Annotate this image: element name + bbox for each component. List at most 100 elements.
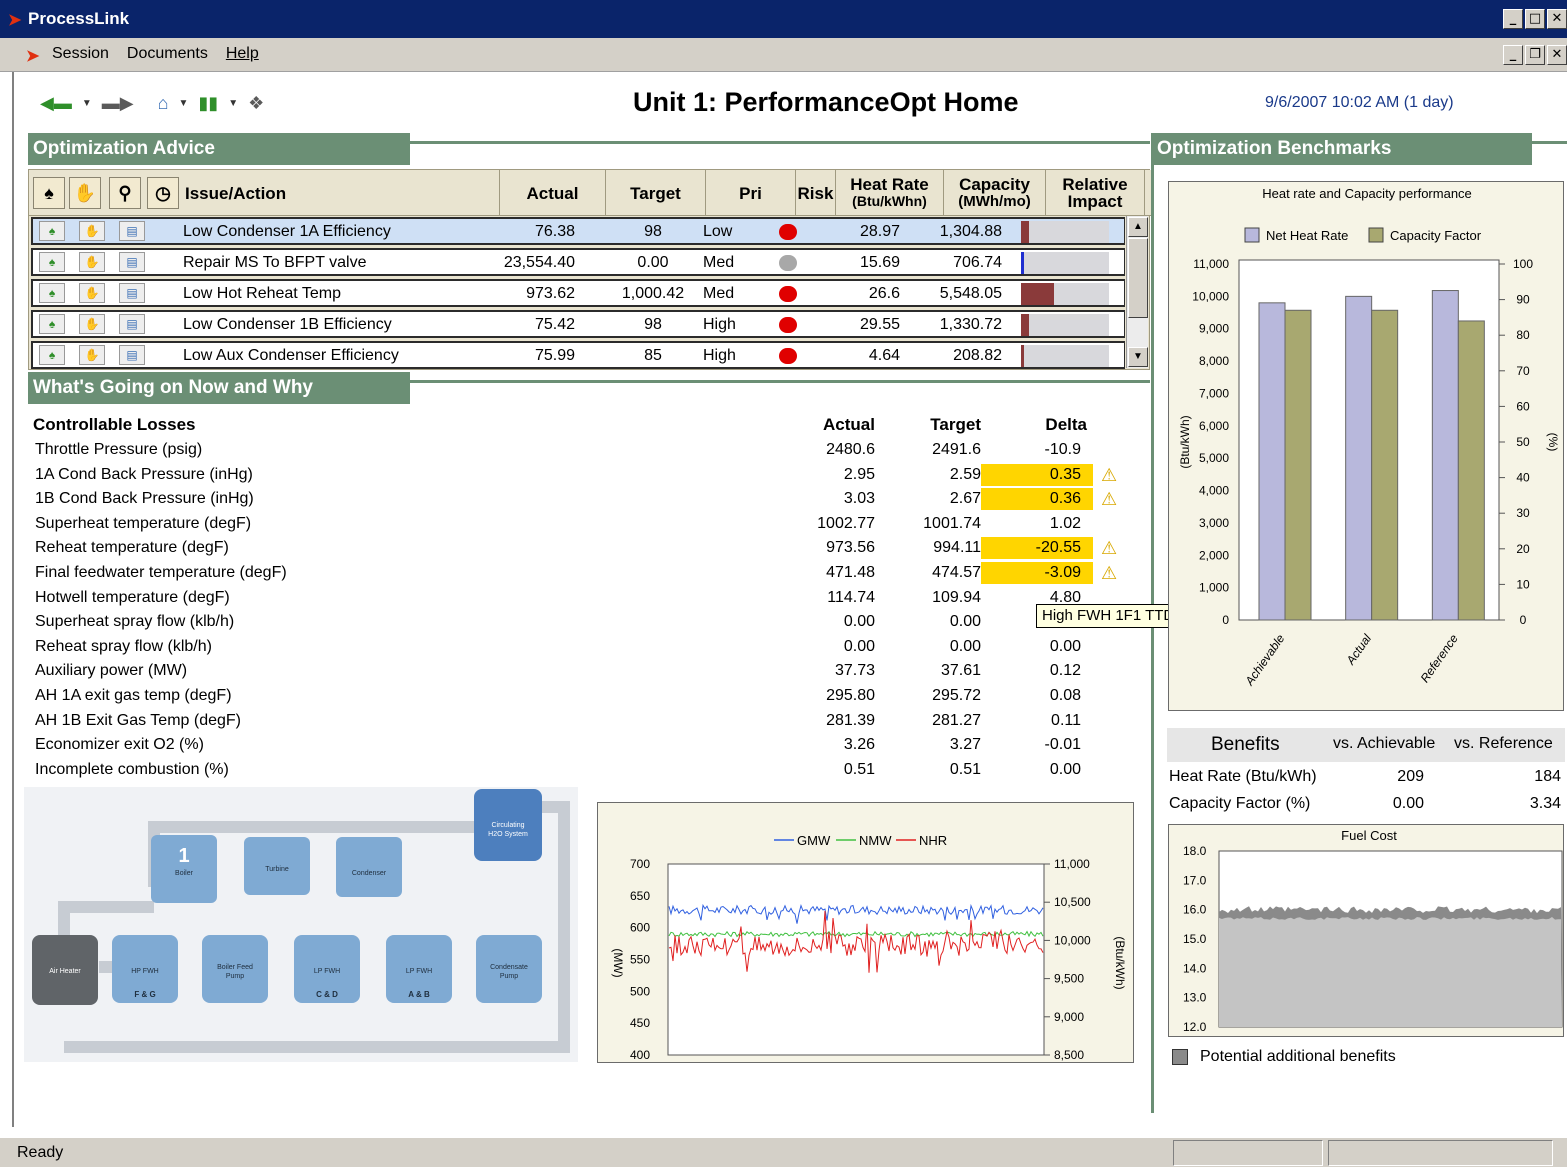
document-icon[interactable]: ▤ <box>119 252 145 272</box>
forward-arrow-icon[interactable]: ▬▶ <box>102 93 134 114</box>
close-button[interactable]: ✕ <box>1547 9 1567 29</box>
chart-title: Fuel Cost <box>1341 828 1397 843</box>
y-tick-label: 10,000 <box>1192 289 1229 303</box>
advice-actual: 75.42 <box>534 316 575 333</box>
hand-icon[interactable]: ✋ <box>79 221 105 241</box>
team-icon[interactable]: ♠ <box>39 221 65 241</box>
child-minimize-button[interactable]: _ <box>1503 45 1523 65</box>
warning-icon[interactable]: ⚠ <box>1101 489 1117 510</box>
advice-table-header: ♠ ✋ ⚲ ◷ Issue/Action Actual Target Pri R… <box>29 170 1151 216</box>
maximize-button[interactable]: □ <box>1525 9 1545 29</box>
impact-bar-track <box>1021 252 1109 274</box>
header-target[interactable]: Target <box>605 170 705 216</box>
magnifier-icon[interactable]: ⚲ <box>109 177 141 209</box>
benefits-row: Capacity Factor (%) 0.00 3.34 <box>1167 795 1565 819</box>
scroll-thumb[interactable] <box>1128 238 1148 318</box>
y-tick-label: 14.0 <box>1183 961 1207 975</box>
warning-icon[interactable]: ⚠ <box>1101 465 1117 486</box>
advice-row[interactable]: ♠ ✋ ▤ Low Condenser 1A Efficiency 76.38 98 Low… <box>31 217 1125 245</box>
menu-session[interactable]: Session <box>52 45 109 63</box>
header-pri[interactable]: Pri <box>705 170 795 216</box>
losses-delta: 0.36 <box>981 488 1093 511</box>
child-restore-button[interactable]: ❐ <box>1525 45 1545 65</box>
losses-header-delta: Delta <box>1045 415 1087 434</box>
svg-text:LP FWH: LP FWH <box>406 968 432 975</box>
section-optimization-benchmarks: Optimization Benchmarks <box>1152 133 1532 165</box>
date-range[interactable]: 9/6/2007 10:02 AM (1 day) <box>1265 94 1454 112</box>
clock-icon[interactable]: ◷ <box>147 177 179 209</box>
advice-scrollbar[interactable]: ▲ ▼ <box>1126 216 1148 368</box>
scroll-down-button[interactable]: ▼ <box>1128 347 1148 367</box>
hand-icon[interactable]: ✋ <box>79 345 105 365</box>
hand-icon[interactable]: ✋ <box>79 314 105 334</box>
benefits-header-achievable: vs. Achievable <box>1333 735 1436 752</box>
advice-target: 1,000.42 <box>621 285 685 302</box>
back-arrow-icon[interactable]: ◀▬ <box>40 93 72 114</box>
hand-icon[interactable]: ✋ <box>79 252 105 272</box>
menu-help[interactable]: Help <box>226 45 259 63</box>
y-tick-label: 400 <box>630 1048 650 1062</box>
benefits-row-label: Heat Rate (Btu/kWh) <box>1169 768 1317 785</box>
advice-issue[interactable]: Low Condenser 1A Efficiency <box>183 223 391 241</box>
hand-icon[interactable]: ✋ <box>79 283 105 303</box>
menu-documents[interactable]: Documents <box>127 45 208 63</box>
chart-dropdown-icon[interactable]: ▼ <box>228 98 238 109</box>
advice-issue[interactable]: Low Hot Reheat Temp <box>183 285 341 303</box>
advice-row[interactable]: ♠ ✋ ▤ Low Condenser 1B Efficiency 75.42 98 Hig… <box>31 310 1125 338</box>
process-diagram[interactable]: Circulating H2O System 1 Boiler Turbine … <box>24 787 578 1062</box>
x-tick-label: Actual <box>1343 631 1374 667</box>
trend-chart[interactable]: GMW NMW NHR 400 450 500 550 600 650 700 8,500 9,000… <box>597 802 1134 1063</box>
condenser[interactable] <box>336 837 402 897</box>
losses-label: Final feedwater temperature (degF) <box>35 564 287 581</box>
svg-text:Turbine: Turbine <box>265 866 289 873</box>
advice-row[interactable]: ♠ ✋ ▤ Low Hot Reheat Temp 973.62 1,000.42 Med 2… <box>31 279 1125 307</box>
hand-icon[interactable]: ✋ <box>69 177 101 209</box>
team-icon[interactable]: ♠ <box>39 314 65 334</box>
team-icon[interactable]: ♠ <box>33 177 65 209</box>
child-close-button[interactable]: ✕ <box>1547 45 1567 65</box>
header-impact[interactable]: Relative Impact <box>1045 170 1145 216</box>
advice-row[interactable]: ♠ ✋ ▤ Repair MS To BFPT valve 23,554.40 0.00 M… <box>31 248 1125 276</box>
team-icon[interactable]: ♠ <box>39 283 65 303</box>
document-icon[interactable]: ▤ <box>119 221 145 241</box>
y-tick-label: 12.0 <box>1183 1020 1207 1034</box>
benchmark-chart[interactable]: Heat rate and Capacity performance Net He… <box>1168 181 1564 711</box>
losses-row: Auxiliary power (MW) 37.73 37.61 0.12 <box>33 660 1133 684</box>
advice-row[interactable]: ♠ ✋ ▤ Low Aux Condenser Efficiency 75.99 85 Hi… <box>31 341 1125 369</box>
home-dropdown-icon[interactable]: ▼ <box>178 98 188 109</box>
losses-delta: 0.11 <box>1051 711 1081 729</box>
document-icon[interactable]: ▤ <box>119 314 145 334</box>
advice-issue[interactable]: Low Aux Condenser Efficiency <box>183 347 399 365</box>
scroll-up-button[interactable]: ▲ <box>1128 217 1148 237</box>
advice-capacity: 5,548.05 <box>939 285 1002 302</box>
team-icon[interactable]: ♠ <box>39 252 65 272</box>
advice-issue[interactable]: Repair MS To BFPT valve <box>183 254 366 272</box>
impact-bar <box>1021 252 1024 274</box>
cube-icon[interactable]: ❖ <box>248 93 264 114</box>
header-heat-rate-line1: Heat Rate <box>850 175 929 194</box>
advice-issue[interactable]: Low Condenser 1B Efficiency <box>183 316 392 334</box>
header-risk[interactable]: Risk <box>795 170 835 216</box>
impact-bar <box>1021 221 1029 243</box>
warning-icon[interactable]: ⚠ <box>1101 538 1117 559</box>
header-capacity[interactable]: Capacity (MWh/mo) <box>943 170 1045 216</box>
document-icon[interactable]: ▤ <box>119 283 145 303</box>
losses-actual: 471.48 <box>826 564 875 581</box>
document-icon[interactable]: ▤ <box>119 345 145 365</box>
losses-delta: 0.08 <box>1049 687 1081 704</box>
minimize-button[interactable]: _ <box>1503 9 1523 29</box>
section-now-and-why: What's Going on Now and Why <box>28 372 410 404</box>
losses-row: Superheat spray flow (klb/h) 0.00 0.00 <box>33 611 1133 635</box>
warning-icon[interactable]: ⚠ <box>1101 563 1117 584</box>
header-heat-rate[interactable]: Heat Rate (Btu/kWhn) <box>835 170 943 216</box>
team-icon[interactable]: ♠ <box>39 345 65 365</box>
fuel-cost-chart[interactable]: Fuel Cost 12.0 13.0 14.0 15.0 16.0 17.0 18.0 <box>1168 824 1564 1037</box>
header-actual[interactable]: Actual <box>499 170 605 216</box>
back-dropdown-icon[interactable]: ▼ <box>82 98 92 109</box>
header-issue[interactable]: Issue/Action <box>181 170 499 216</box>
chart-icon[interactable]: ▮▮ <box>198 93 218 114</box>
legend-label: NHR <box>919 833 947 848</box>
fuel-cost-chart-svg: Fuel Cost 12.0 13.0 14.0 15.0 16.0 17.0 18.0 <box>1183 828 1563 1034</box>
y-tick-label: 500 <box>630 984 650 998</box>
home-icon[interactable]: ⌂ <box>158 93 169 114</box>
